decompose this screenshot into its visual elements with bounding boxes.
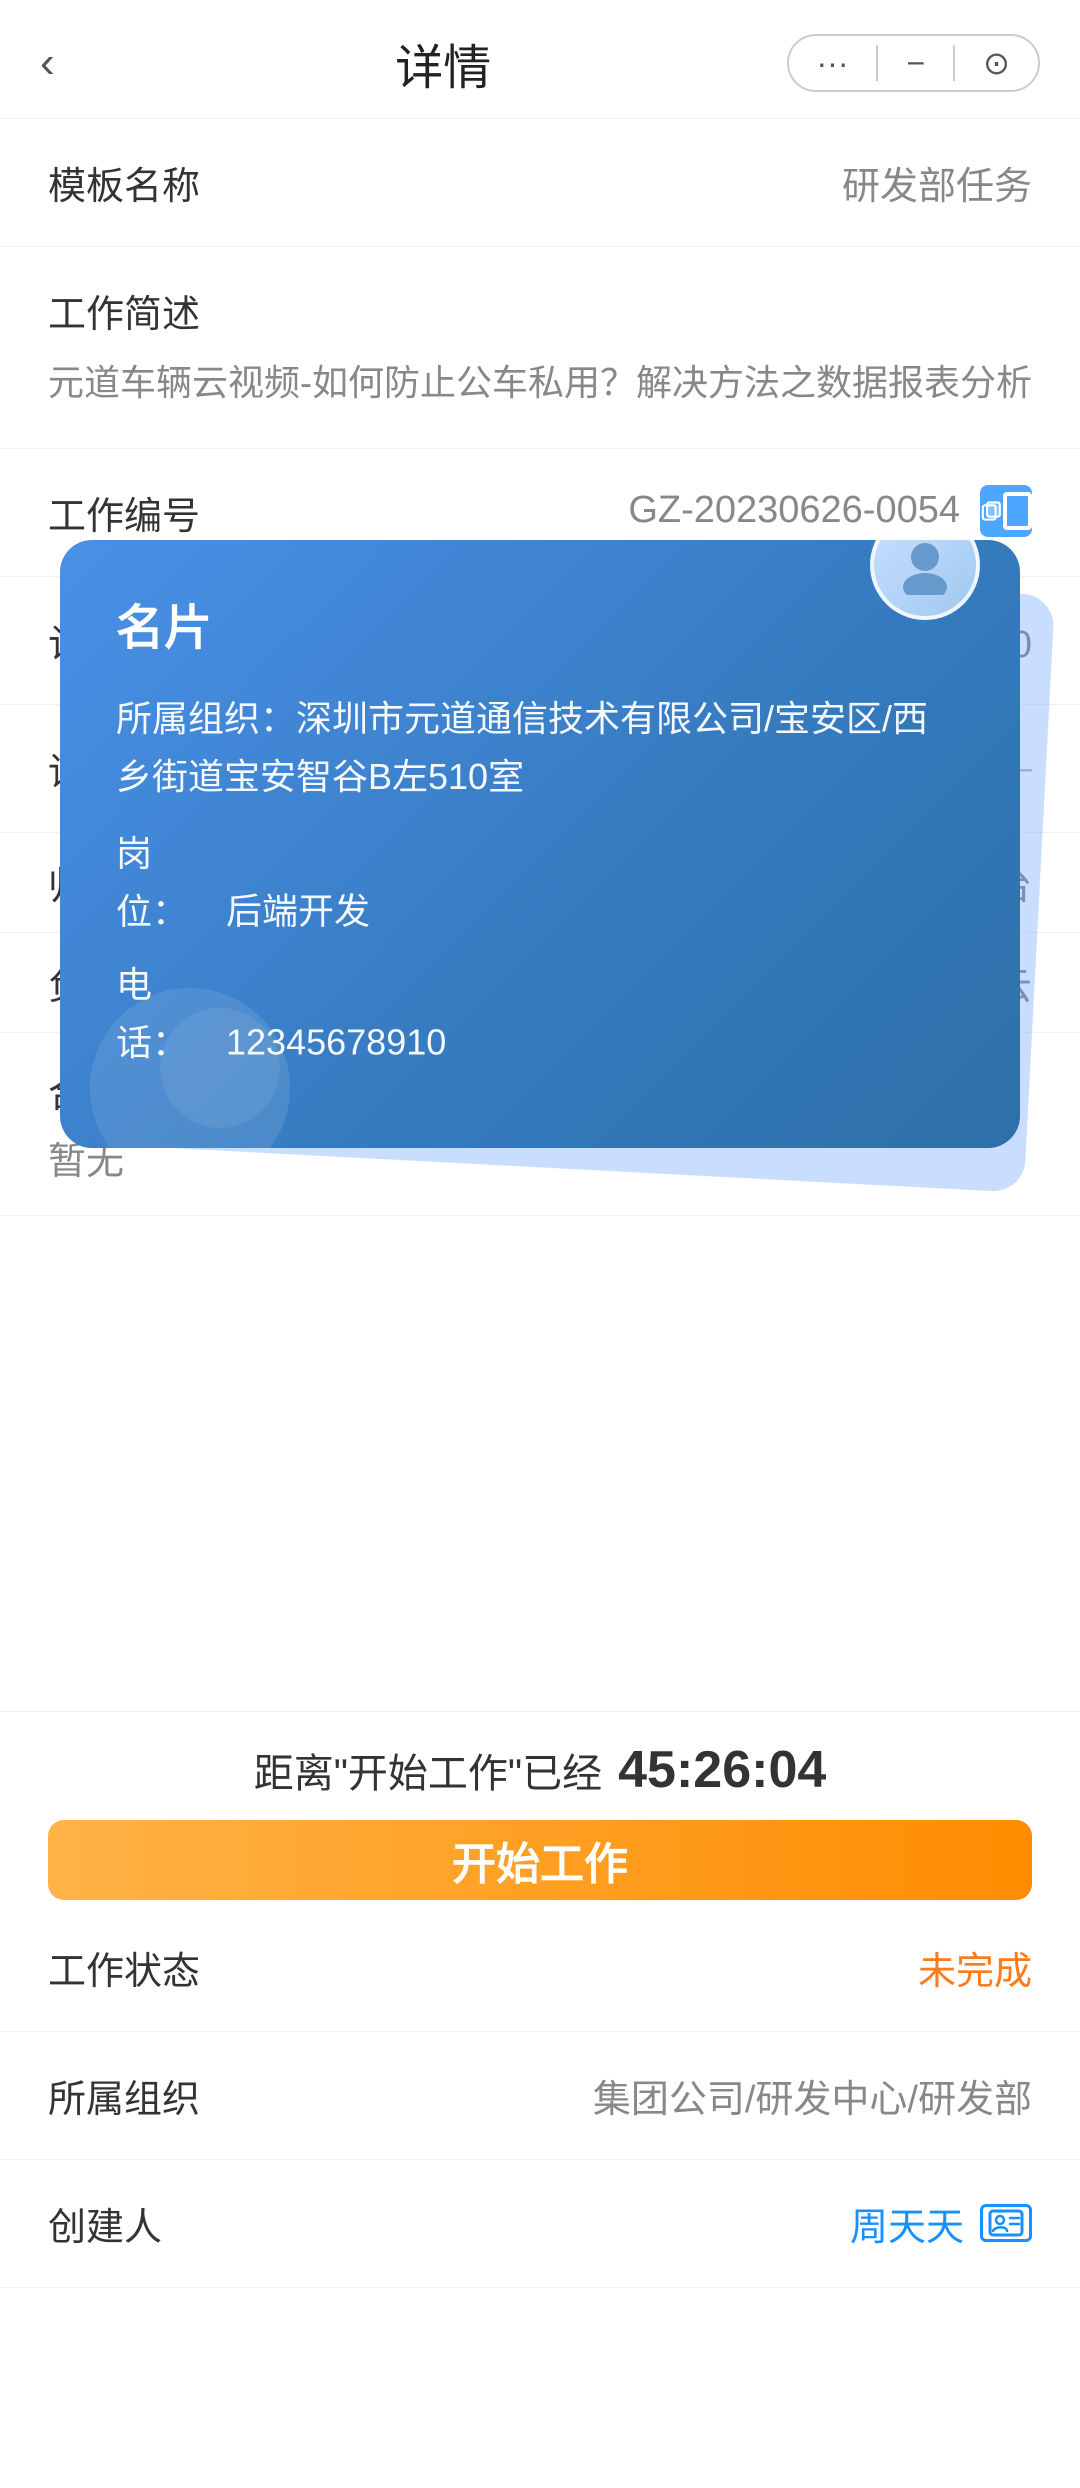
popup-spacer [0,1216,1080,1776]
template-name-label: 模板名称 [48,155,248,210]
work-desc-label: 工作简述 [48,283,248,338]
minimize-icon[interactable]: − [898,45,933,82]
work-desc-row: 工作简述 元道车辆云视频-如何防止公车私用？解决方法之数据报表分析 [0,247,1080,449]
org-value: 集团公司/研发中心/研发部 [593,2068,1032,2123]
countdown-timer: 45:26:04 [618,1740,826,1800]
business-card-title: 名片 [116,588,964,658]
work-number-value: GZ-20230626-0054 [628,489,960,532]
business-card-trigger-icon[interactable] [980,2204,1032,2242]
template-name-value: 研发部任务 [842,155,1032,210]
page-title: 详情 [395,28,491,98]
business-card-position: 岗 位： 后端开发 [116,825,964,940]
business-card-org: 所属组织：深圳市元道通信技术有限公司/宝安区/西乡街道宝安智谷B左510室 [116,690,964,805]
target-icon[interactable]: ⊙ [975,44,1018,82]
start-work-label: 开始工作 [452,1828,628,1892]
creator-row: 创建人 周天天 [0,2160,1080,2288]
work-status-value: 未完成 [918,1940,1032,1995]
more-icon[interactable]: ··· [809,45,857,82]
work-number-value-group: GZ-20230626-0054 [628,485,1032,537]
countdown-container: 距离"开始工作"已经 45:26:04 [254,1740,827,1800]
main-content: 模板名称 研发部任务 工作简述 元道车辆云视频-如何防止公车私用？解决方法之数据… [0,119,1080,2488]
header: ‹ 详情 ··· − ⊙ [0,0,1080,119]
header-actions: ··· − ⊙ [787,34,1040,92]
org-label: 所属组织 [48,2068,248,2123]
start-work-button[interactable]: 开始工作 [48,1820,1032,1900]
divider [876,45,878,81]
creator-name: 周天天 [850,2196,964,2251]
creator-value-group: 周天天 [850,2196,1032,2251]
business-card-phone: 电 话： 12345678910 [116,956,964,1071]
business-card-popup: 名片 所属组织：深圳市元道通信技术有限公司/宝安区/西乡街道宝安智谷B左510室… [60,540,1020,1148]
back-button[interactable]: ‹ [40,38,100,88]
divider2 [953,45,955,81]
org-row: 所属组织 集团公司/研发中心/研发部 [0,2032,1080,2160]
bottom-bar: 距离"开始工作"已经 45:26:04 开始工作 [0,1711,1080,1920]
work-number-label: 工作编号 [48,485,248,540]
business-card[interactable]: 名片 所属组织：深圳市元道通信技术有限公司/宝安区/西乡街道宝安智谷B左510室… [60,540,1020,1148]
bottom-spacer [0,2288,1080,2488]
work-status-label: 工作状态 [48,1940,248,1995]
creator-label: 创建人 [48,2196,248,2251]
work-status-row: 工作状态 未完成 [0,1904,1080,2032]
work-desc-value: 元道车辆云视频-如何防止公车私用？解决方法之数据报表分析 [48,354,1032,412]
copy-button[interactable] [980,485,1032,537]
countdown-label: 距离"开始工作"已经 [254,1741,602,1799]
template-name-row: 模板名称 研发部任务 [0,119,1080,247]
